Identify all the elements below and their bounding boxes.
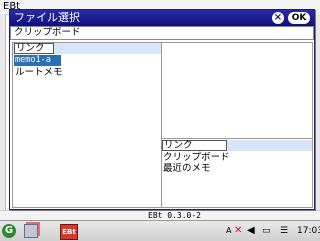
- right-column-header[interactable]: リンク: [162, 140, 227, 151]
- list-item-memo1-a[interactable]: memo1-a: [14, 55, 61, 66]
- right-list-header: リンク: [162, 140, 312, 151]
- app-left-edge: [0, 14, 6, 210]
- ok-button[interactable]: OK: [288, 12, 310, 24]
- ime-icon[interactable]: A: [226, 224, 231, 238]
- preview-area: [162, 43, 312, 139]
- list-item-recent-memo[interactable]: 最近のメモ: [163, 163, 211, 174]
- left-file-list[interactable]: リンク memo1-a ルートメモ: [12, 42, 162, 208]
- path-text: クリップボード: [14, 27, 81, 38]
- right-pane: リンク クリップボード 最近のメモ: [161, 42, 313, 208]
- clock-time[interactable]: 17:03: [297, 224, 320, 238]
- ebt-app-icon[interactable]: EBt: [60, 224, 78, 240]
- file-select-dialog: ファイル選択 × OK クリップボード リンク memo1-a ルートメモ リン…: [9, 9, 315, 210]
- cube-icon[interactable]: [24, 224, 38, 238]
- list-item-root-memo[interactable]: ルートメモ: [14, 67, 63, 78]
- path-field[interactable]: クリップボード: [10, 26, 314, 40]
- launcher-icon[interactable]: G: [2, 224, 16, 238]
- list-item-clipboard[interactable]: クリップボード: [163, 152, 230, 163]
- battery-icon[interactable]: ▭: [262, 224, 271, 238]
- close-icon: ×: [273, 12, 283, 23]
- left-list-header: リンク: [13, 43, 161, 54]
- dialog-title: ファイル選択: [14, 11, 80, 24]
- dialog-titlebar[interactable]: ファイル選択 × OK: [10, 10, 314, 26]
- close-button[interactable]: ×: [272, 12, 284, 24]
- left-column-header[interactable]: リンク: [14, 43, 54, 54]
- network-off-icon[interactable]: ✕: [234, 224, 242, 238]
- volume-icon[interactable]: ◀: [247, 224, 255, 238]
- taskbar: G EBt A ✕ ◀ ▭ ☰ 17:03: [0, 220, 320, 241]
- tray-list-icon[interactable]: ☰: [280, 224, 288, 238]
